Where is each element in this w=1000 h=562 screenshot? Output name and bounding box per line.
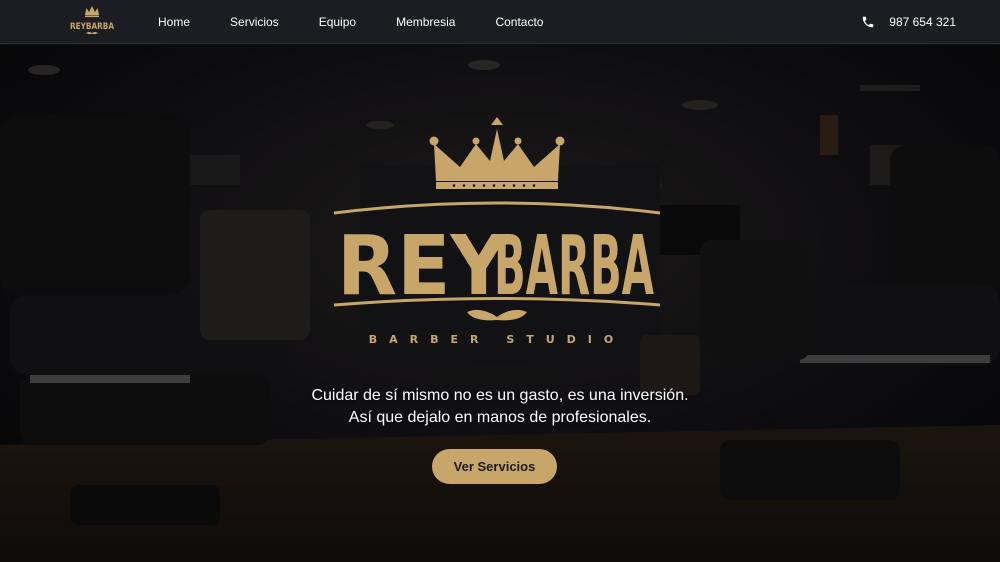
brand-word-barba: BARBA — [494, 219, 654, 314]
brand-subtitle: BARBER STUDIO — [369, 333, 626, 346]
nav-home-link[interactable]: Home — [158, 15, 190, 29]
nav-contacto-link[interactable]: Contacto — [495, 15, 543, 29]
reybarba-logo[interactable]: REYBARBA — [68, 5, 116, 39]
brand-word-rey: REY — [337, 219, 509, 314]
hero-tagline: Cuidar de sí mismo no es un gasto, es un… — [0, 385, 1000, 429]
hero-section: REY BARBA BARBER STUDIO Cuidar de sí mis… — [0, 45, 1000, 562]
nav-servicios-link[interactable]: Servicios — [230, 15, 279, 29]
tagline-line-2: Así que dejalo en manos de profesionales… — [348, 409, 652, 426]
nav-membresia-link[interactable]: Membresia — [396, 15, 455, 29]
phone-number[interactable]: 987 654 321 — [889, 15, 956, 29]
phone-icon — [863, 16, 874, 28]
svg-text:REYBARBA: REYBARBA — [70, 22, 114, 32]
ver-servicios-button[interactable]: Ver Servicios — [432, 449, 557, 484]
reybarba-brand-logo: REY BARBA BARBER STUDIO — [333, 117, 661, 346]
tagline-line-1: Cuidar de sí mismo no es un gasto, es un… — [311, 387, 689, 404]
nav-equipo-link[interactable]: Equipo — [319, 15, 356, 29]
top-navbar: REYBARBA Home Servicios Equipo Membresia… — [0, 0, 1000, 44]
nav-links: Home Servicios Equipo Membresia Contacto — [158, 0, 543, 44]
phone-contact[interactable]: 987 654 321 — [861, 0, 956, 44]
